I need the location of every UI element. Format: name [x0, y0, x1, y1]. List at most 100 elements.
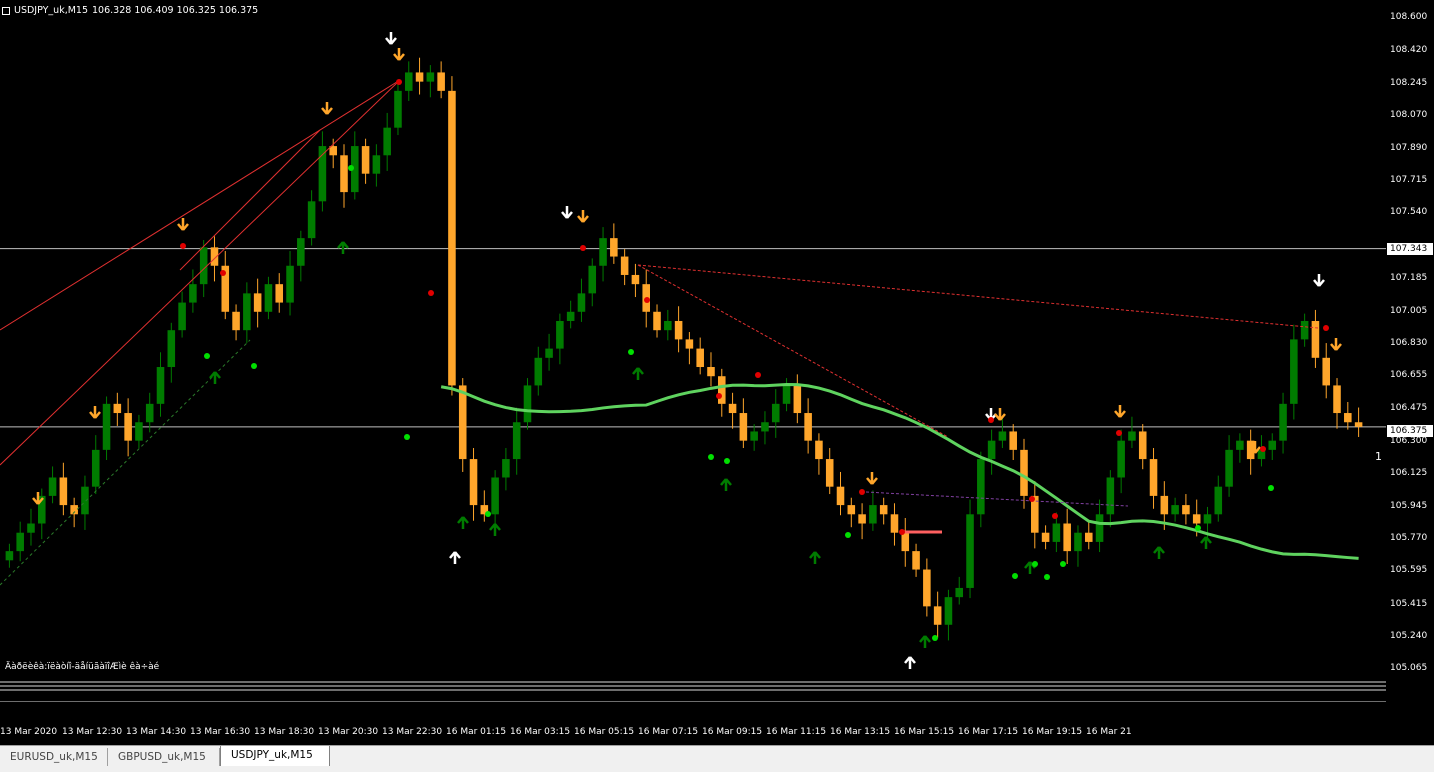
buy-signal-dot	[708, 454, 714, 460]
buy-signal-dot	[1060, 561, 1066, 567]
up-arrow-icon	[1153, 546, 1165, 559]
buy-signal-dot	[348, 165, 354, 171]
candle-body	[998, 431, 1007, 441]
time-axis-label: 16 Mar 03:15	[510, 727, 571, 737]
candle-body	[167, 330, 176, 368]
time-axis[interactable]: 13 Mar 2020 13 Mar 12:30 13 Mar 14:30 13 Ma…	[0, 720, 1132, 742]
candle-body	[113, 403, 122, 414]
current-price-tag: 106.375	[1387, 425, 1433, 437]
sell-signal-dot	[220, 270, 226, 276]
candle-body	[1171, 505, 1179, 515]
candle-body	[955, 587, 964, 598]
price-scale-label: 107.540	[1390, 207, 1428, 218]
up-arrow-icon	[337, 241, 349, 254]
chart-info-bar: USDJPY_uk,M15 106.328 106.409 106.325 10…	[2, 4, 258, 17]
candle-body	[825, 459, 834, 487]
candle-body	[1009, 431, 1017, 450]
candle-body	[718, 376, 726, 404]
candle-body	[599, 238, 607, 266]
buy-signal-dot	[845, 532, 851, 538]
candle-body	[1268, 440, 1277, 450]
tab-gbpusd[interactable]: GBPUSD_uk,M15	[108, 748, 220, 767]
buy-signal-dot	[628, 349, 634, 355]
candle-body	[307, 201, 316, 239]
candle-body	[761, 422, 769, 432]
candle-body	[1333, 385, 1341, 414]
buy-signal-dot	[485, 511, 491, 517]
price-scale-label: 105.240	[1390, 630, 1428, 641]
up-arrow-icon	[809, 551, 821, 564]
candle-body	[674, 320, 683, 340]
sell-signal-dot	[988, 417, 994, 423]
price-scale[interactable]: 108.600 108.420 108.245 108.070 107.890 107.7…	[1386, 0, 1434, 702]
candle-body	[394, 90, 402, 128]
trend-line-dashed	[637, 264, 1319, 329]
candle-body	[502, 459, 510, 478]
candle-body	[458, 385, 467, 460]
candle-body	[815, 440, 823, 460]
up-arrow-icon	[489, 523, 501, 536]
time-axis-label: 16 Mar 07:15	[638, 727, 699, 737]
indicator-label: Äàðëèêà:ïëàòíî-äåíüãàïîÆìè êà÷àé	[5, 662, 160, 672]
candle-body	[1052, 523, 1061, 542]
candle-body	[1117, 440, 1125, 478]
sell-signal-dot	[859, 489, 865, 495]
buy-signal-dot	[204, 353, 210, 359]
chart-menu-icon[interactable]	[2, 6, 10, 15]
candle-body	[253, 293, 262, 312]
price-scale-label: 107.715	[1390, 175, 1428, 186]
candle-body	[782, 385, 791, 404]
candle-body	[437, 72, 445, 91]
candle-body	[1354, 422, 1363, 427]
candle-body	[415, 72, 424, 82]
candle-body	[361, 146, 370, 174]
candle-body	[1225, 449, 1233, 487]
candle-body	[793, 385, 802, 414]
horizontal-scrollbar[interactable]	[0, 766, 1128, 771]
candle-body	[1160, 495, 1169, 515]
candle-body	[1236, 440, 1244, 450]
candle-body	[124, 413, 132, 441]
candle-body	[977, 459, 985, 515]
down-arrow-icon	[385, 32, 397, 45]
candle-body	[27, 523, 35, 533]
price-scale-label: 108.600	[1390, 12, 1428, 23]
up-arrow-icon	[904, 656, 916, 669]
price-scale-label: 107.890	[1390, 142, 1428, 153]
candle-body	[1128, 431, 1136, 441]
candle-body	[728, 403, 737, 414]
price-scale-label: 106.125	[1390, 467, 1428, 478]
candle-body	[750, 431, 758, 441]
chart-window[interactable]: USDJPY_uk,M15 106.328 106.409 106.325 10…	[0, 0, 1434, 745]
candle-body	[1182, 505, 1190, 515]
sell-signal-dot	[755, 372, 761, 378]
candle-body	[631, 274, 640, 285]
down-arrow-icon	[1313, 274, 1325, 287]
buy-signal-dot	[1032, 561, 1038, 567]
candle-body	[901, 532, 910, 552]
tab-usdjpy[interactable]: USDJPY_uk,M15	[220, 746, 330, 767]
up-arrow-icon	[449, 551, 461, 564]
buy-signal-dot	[932, 635, 938, 641]
candle-body	[523, 385, 532, 423]
candle-body	[1149, 459, 1158, 496]
candle-body	[286, 265, 294, 303]
candle-body	[869, 505, 877, 524]
candle-body	[771, 403, 780, 423]
candle-body	[1279, 403, 1287, 441]
candle-body	[685, 339, 694, 349]
tab-eurusd[interactable]: EURUSD_uk,M15	[0, 748, 108, 767]
time-axis-label: 13 Mar 12:30	[62, 727, 123, 737]
candle-body	[1063, 523, 1071, 552]
down-arrow-icon	[1330, 338, 1342, 351]
up-arrow-icon	[919, 635, 931, 648]
buy-signal-dot	[404, 434, 410, 440]
price-chart[interactable]	[0, 0, 1386, 702]
candle-body	[16, 532, 24, 552]
trend-line-dashed	[637, 264, 949, 438]
time-axis-label: 16 Mar 09:15	[702, 727, 763, 737]
level-price-tag: 107.343	[1387, 243, 1433, 255]
candle-body	[923, 569, 931, 607]
candle-body	[512, 422, 521, 460]
candle-body	[610, 238, 618, 257]
